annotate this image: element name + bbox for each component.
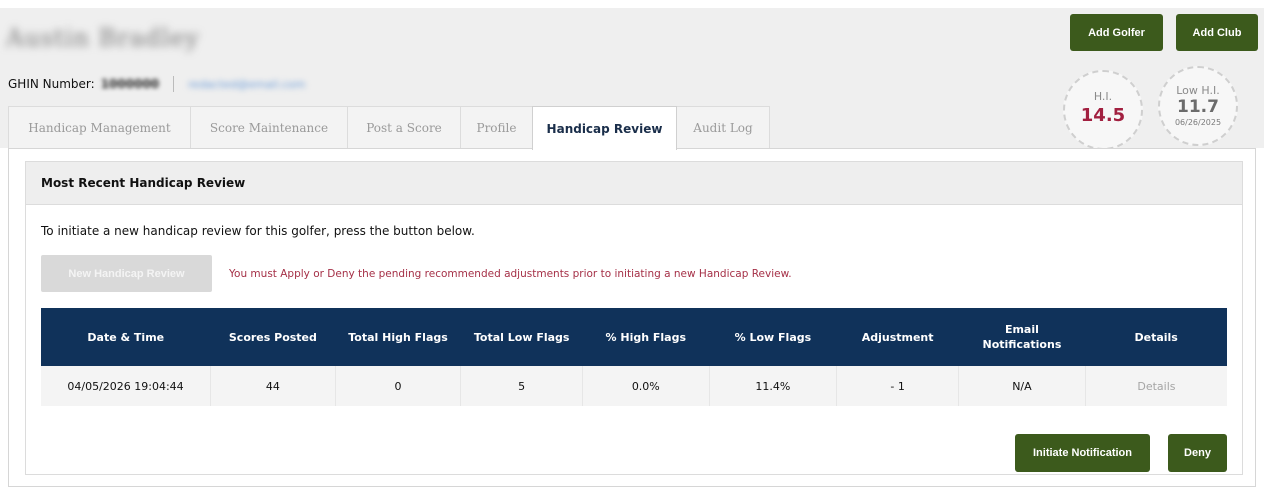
cell-adjustment: - 1 xyxy=(836,366,960,406)
handicap-index-badge: H.I. 14.5 xyxy=(1063,70,1143,150)
ghin-label: GHIN Number: xyxy=(8,77,95,91)
details-link[interactable]: Details xyxy=(1137,380,1175,393)
tab-handicap-review[interactable]: Handicap Review xyxy=(532,106,677,150)
handicap-review-section: Most Recent Handicap Review To initiate … xyxy=(25,161,1243,475)
cell-total-high-flags: 0 xyxy=(335,366,462,406)
cell-date-time: 04/05/2026 19:04:44 xyxy=(41,366,212,406)
low-handicap-index-badge: Low H.I. 11.7 06/26/2025 xyxy=(1158,66,1238,146)
initiate-notification-button[interactable]: Initiate Notification xyxy=(1015,434,1150,472)
cell-scores-posted: 44 xyxy=(210,366,336,406)
column-header: Scores Posted xyxy=(210,308,336,366)
column-header: % High Flags xyxy=(582,308,710,366)
intro-text: To initiate a new handicap review for th… xyxy=(41,224,475,238)
hi-label: H.I. xyxy=(1093,90,1113,103)
new-handicap-review-button[interactable]: New Handicap Review xyxy=(41,255,212,292)
column-header: Total Low Flags xyxy=(460,308,583,366)
table-row: 04/05/2026 19:04:44 44 0 5 0.0% 11.4% - … xyxy=(41,366,1227,406)
tab-handicap-management[interactable]: Handicap Management xyxy=(8,106,191,148)
cell-email-notifications: N/A xyxy=(958,366,1086,406)
tab-profile[interactable]: Profile xyxy=(460,106,533,148)
golfer-tabs: Handicap Management Score Maintenance Po… xyxy=(8,106,770,150)
golfer-email-link[interactable]: redacted@email.com xyxy=(188,78,305,91)
cell-pct-low-flags: 11.4% xyxy=(709,366,838,406)
cell-pct-high-flags: 0.0% xyxy=(582,366,710,406)
page: Austin Bradley GHIN Number: 1000000 reda… xyxy=(0,0,1264,487)
tab-audit-log[interactable]: Audit Log xyxy=(676,106,770,148)
column-header: Adjustment xyxy=(836,308,959,366)
deny-button[interactable]: Deny xyxy=(1168,434,1227,472)
review-table: Date & Time Scores Posted Total High Fla… xyxy=(41,308,1227,406)
ghin-row: GHIN Number: 1000000 redacted@email.com xyxy=(8,76,305,92)
column-header: Details xyxy=(1085,308,1227,366)
add-club-button[interactable]: Add Club xyxy=(1176,14,1258,51)
column-header: % Low Flags xyxy=(709,308,837,366)
low-hi-value: 11.7 xyxy=(1177,97,1219,117)
ghin-number: 1000000 xyxy=(100,77,160,91)
tab-score-maintenance[interactable]: Score Maintenance xyxy=(190,106,348,148)
golfer-name: Austin Bradley xyxy=(6,24,200,52)
column-header: Email Notifications xyxy=(958,308,1086,366)
low-hi-label: Low H.I. xyxy=(1176,84,1220,97)
section-title: Most Recent Handicap Review xyxy=(26,162,1242,205)
add-golfer-button[interactable]: Add Golfer xyxy=(1070,14,1163,51)
hi-value: 14.5 xyxy=(1080,105,1126,126)
divider xyxy=(173,76,175,92)
cell-details: Details xyxy=(1085,366,1227,406)
tab-post-a-score[interactable]: Post a Score xyxy=(347,106,461,148)
tab-content-panel: Most Recent Handicap Review To initiate … xyxy=(8,148,1256,487)
pending-warning: You must Apply or Deny the pending recom… xyxy=(229,268,792,280)
cell-total-low-flags: 5 xyxy=(460,366,583,406)
table-header-row: Date & Time Scores Posted Total High Fla… xyxy=(41,308,1227,366)
column-header: Total High Flags xyxy=(335,308,461,366)
low-hi-date: 06/26/2025 xyxy=(1174,118,1222,127)
column-header: Date & Time xyxy=(41,308,211,366)
